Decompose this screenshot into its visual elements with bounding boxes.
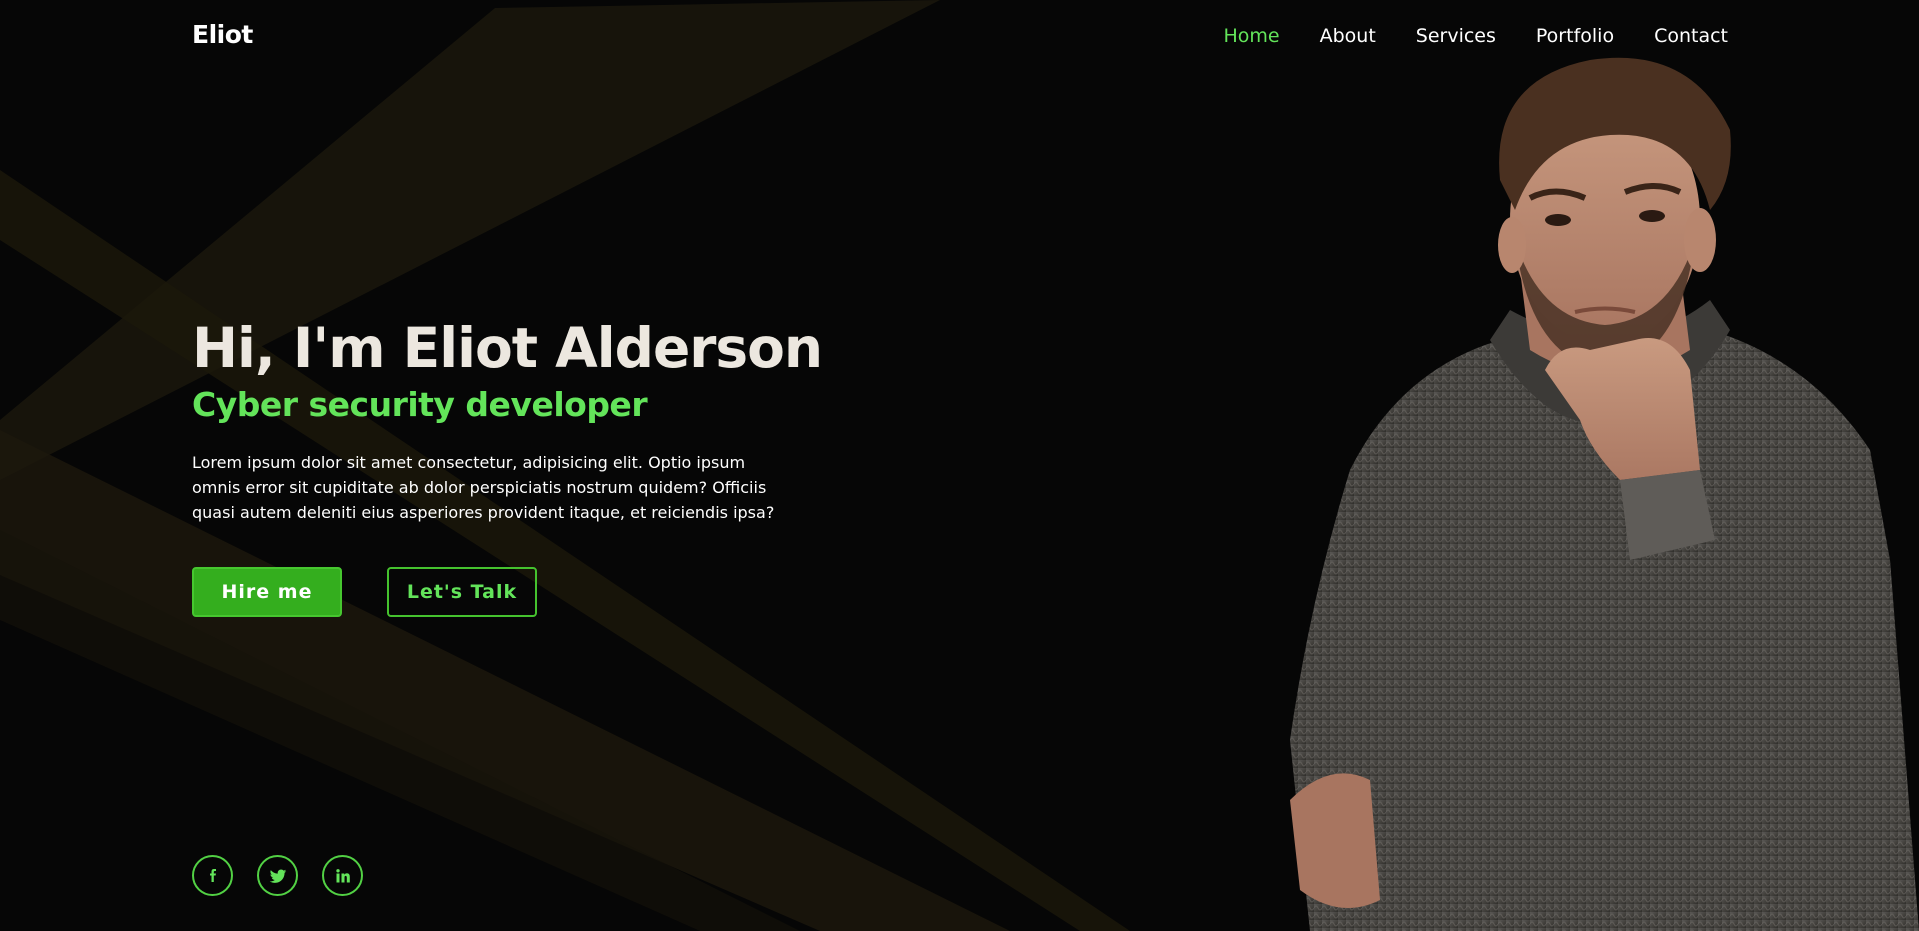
social-links	[192, 855, 363, 896]
twitter-link[interactable]	[257, 855, 298, 896]
linkedin-link[interactable]	[322, 855, 363, 896]
hero-description: Lorem ipsum dolor sit amet consectetur, …	[192, 453, 775, 522]
portrait-photo	[1290, 57, 1919, 931]
hero-heading: Hi, I'm Eliot Alderson	[192, 316, 823, 380]
facebook-link[interactable]	[192, 855, 233, 896]
nav-portfolio[interactable]: Portfolio	[1536, 25, 1614, 47]
nav-contact[interactable]: Contact	[1654, 25, 1728, 47]
nav-home[interactable]: Home	[1223, 25, 1279, 47]
site-logo[interactable]: Eliot	[192, 20, 253, 49]
nav-services[interactable]: Services	[1416, 25, 1496, 47]
lets-talk-button[interactable]: Let's Talk	[387, 567, 537, 617]
hire-me-button[interactable]: Hire me	[192, 567, 342, 617]
main-nav: Home About Services Portfolio Contact	[1223, 25, 1728, 47]
facebook-icon	[209, 868, 216, 882]
linkedin-icon	[335, 868, 350, 882]
hero-page: Eliot Home About Services Portfolio Cont…	[0, 0, 1919, 931]
hero-subheading: Cyber security developer	[192, 385, 648, 424]
hero-buttons: Hire me Let's Talk	[192, 567, 537, 617]
site-header: Eliot Home About Services Portfolio Cont…	[0, 0, 1919, 75]
nav-about[interactable]: About	[1320, 25, 1376, 47]
hero-content: Hi, I'm Eliot Alderson Cyber security de…	[192, 312, 823, 525]
twitter-icon	[269, 869, 286, 883]
